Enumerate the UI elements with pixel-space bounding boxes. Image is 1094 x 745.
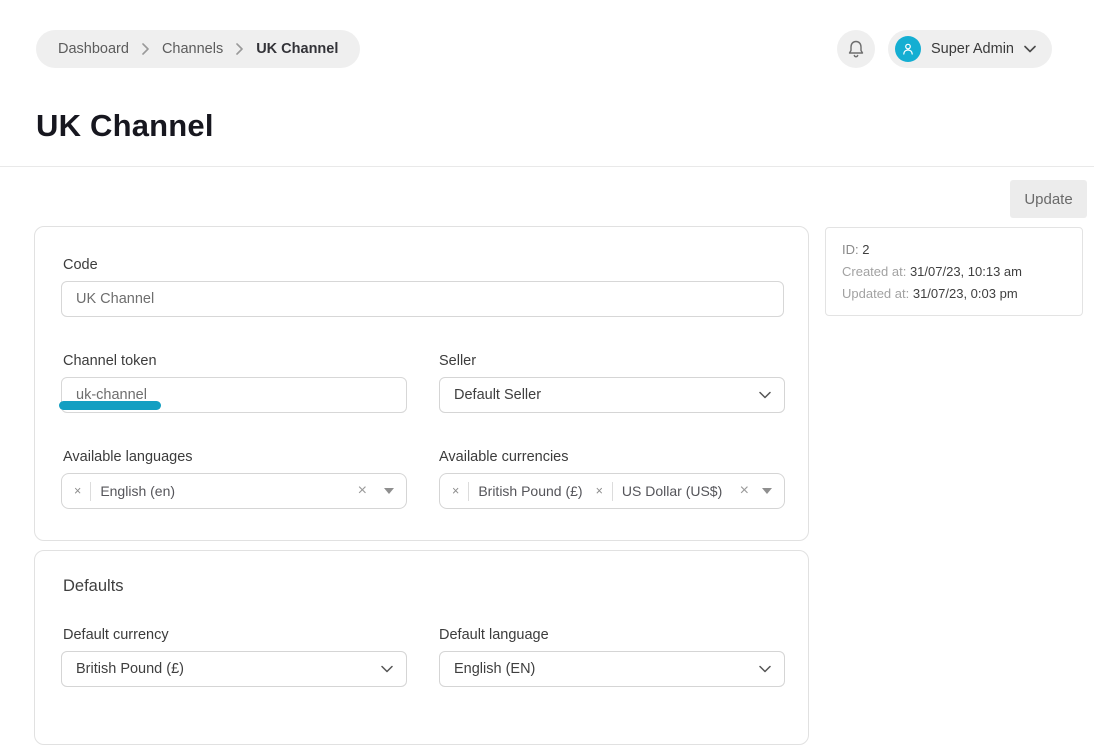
chip-divider	[468, 482, 469, 501]
clear-all-icon[interactable]: ×	[740, 483, 749, 499]
user-name: Super Admin	[931, 41, 1014, 57]
top-bar-actions: Super Admin	[837, 30, 1052, 68]
person-icon	[901, 42, 915, 56]
user-menu-button[interactable]: Super Admin	[888, 30, 1052, 68]
language-chip: × English (en)	[74, 482, 175, 501]
chip-divider	[90, 482, 91, 501]
remove-chip-icon[interactable]: ×	[596, 485, 603, 498]
seller-label: Seller	[439, 353, 476, 369]
chevron-down-icon	[381, 665, 393, 673]
code-label: Code	[63, 257, 98, 273]
chip-label: US Dollar (US$)	[622, 483, 722, 499]
code-input[interactable]	[61, 281, 784, 317]
entity-info-panel: ID: 2 Created at: 31/07/23, 10:13 am Upd…	[825, 227, 1083, 316]
default-currency-label: Default currency	[63, 627, 169, 643]
notifications-button[interactable]	[837, 30, 875, 68]
update-button[interactable]: Update	[1010, 180, 1087, 218]
page-title: UK Channel	[36, 108, 214, 144]
chip-label: English (en)	[100, 483, 175, 499]
dropdown-caret-icon[interactable]	[384, 488, 394, 494]
defaults-card: Defaults Default currency British Pound …	[34, 550, 809, 745]
available-currencies-multiselect[interactable]: × British Pound (£) × US Dollar (US$) ×	[439, 473, 785, 509]
chevron-right-icon	[142, 43, 149, 55]
breadcrumb: Dashboard Channels UK Channel	[36, 30, 360, 68]
clear-all-icon[interactable]: ×	[358, 483, 367, 499]
chevron-down-icon	[759, 665, 771, 673]
created-at-value: 31/07/23, 10:13 am	[910, 264, 1022, 279]
id-value: 2	[862, 242, 869, 257]
chevron-down-icon	[1024, 45, 1036, 53]
info-row-updated: Updated at: 31/07/23, 0:03 pm	[842, 283, 1066, 305]
breadcrumb-current: UK Channel	[256, 41, 338, 57]
top-bar: Dashboard Channels UK Channel	[36, 30, 1052, 68]
updated-at-label: Updated at:	[842, 286, 909, 301]
currency-chip: × US Dollar (US$)	[596, 482, 723, 501]
dropdown-caret-icon[interactable]	[762, 488, 772, 494]
default-language-value: English (EN)	[454, 661, 535, 677]
channel-token-label: Channel token	[63, 353, 157, 369]
available-languages-multiselect[interactable]: × English (en) ×	[61, 473, 407, 509]
chip-divider	[612, 482, 613, 501]
chevron-right-icon	[236, 43, 243, 55]
bell-icon	[847, 39, 865, 59]
token-highlight-bar	[59, 401, 161, 410]
seller-select-value: Default Seller	[454, 387, 541, 403]
defaults-section-title: Defaults	[63, 577, 124, 596]
available-currencies-label: Available currencies	[439, 449, 569, 465]
breadcrumb-dashboard[interactable]: Dashboard	[58, 41, 129, 57]
chevron-down-icon	[759, 391, 771, 399]
default-currency-select[interactable]: British Pound (£)	[61, 651, 407, 687]
updated-at-value: 31/07/23, 0:03 pm	[913, 286, 1018, 301]
info-row-id: ID: 2	[842, 239, 1066, 261]
available-languages-label: Available languages	[63, 449, 193, 465]
default-language-select[interactable]: English (EN)	[439, 651, 785, 687]
default-language-label: Default language	[439, 627, 549, 643]
avatar	[895, 36, 921, 62]
currency-chip: × British Pound (£)	[452, 482, 583, 501]
remove-chip-icon[interactable]: ×	[452, 485, 459, 498]
chip-label: British Pound (£)	[478, 483, 582, 499]
created-at-label: Created at:	[842, 264, 906, 279]
id-label: ID:	[842, 242, 859, 257]
default-currency-value: British Pound (£)	[76, 661, 184, 677]
seller-select[interactable]: Default Seller	[439, 377, 785, 413]
info-row-created: Created at: 31/07/23, 10:13 am	[842, 261, 1066, 283]
channel-form-card: Code Channel token Seller Default Seller…	[34, 226, 809, 541]
remove-chip-icon[interactable]: ×	[74, 485, 81, 498]
breadcrumb-channels[interactable]: Channels	[162, 41, 223, 57]
header-divider	[0, 166, 1094, 167]
